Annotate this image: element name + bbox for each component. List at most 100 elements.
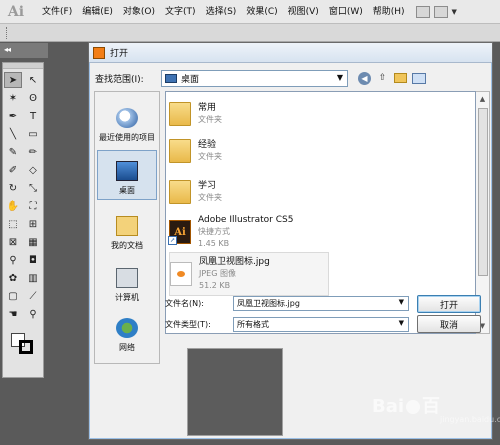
file-size: 51.2 KB <box>199 281 231 290</box>
collapse-panel-icon[interactable]: ◂◂ <box>4 45 11 54</box>
cancel-button[interactable]: 取消 <box>417 315 481 333</box>
baidu-paw-icon <box>406 400 421 414</box>
filetype-select[interactable]: 所有格式 ▼ <box>233 316 409 332</box>
menu-edit[interactable]: 编辑(E) <box>77 1 118 23</box>
place-recent[interactable]: 最近使用的项目 <box>97 96 157 146</box>
folder-icon <box>169 102 191 126</box>
chevron-down-icon[interactable]: ▼ <box>399 319 404 327</box>
direct-selection-tool-icon[interactable]: ↖ <box>24 72 42 88</box>
image-preview <box>187 348 283 436</box>
selection-tool-icon[interactable]: ➤ <box>4 72 22 88</box>
menu-effect[interactable]: 效果(C) <box>241 1 282 23</box>
eraser-tool-icon[interactable]: ◇ <box>24 162 42 178</box>
app-logo: Ai <box>7 3 25 20</box>
list-item[interactable]: 学习 文件夹 <box>169 172 329 212</box>
rectangle-tool-icon[interactable]: ▭ <box>24 126 42 142</box>
control-bar-grip[interactable] <box>6 27 8 39</box>
tools-panel: ➤ ↖ ✶ ʘ ✒ T ╲ ▭ ✎ ✏ ✐ ◇ ↻ ⤡ ✋ ⛶ ⬚ ⊞ ⊠ ▦ … <box>2 62 44 378</box>
scale-tool-icon[interactable]: ⤡ <box>24 180 42 196</box>
filename-label: 文件名(N): <box>165 298 204 308</box>
magic-wand-tool-icon[interactable]: ✶ <box>4 90 22 106</box>
type-tool-icon[interactable]: T <box>24 108 42 124</box>
free-transform-tool-icon[interactable]: ⛶ <box>24 198 42 214</box>
eyedropper-tool-icon[interactable]: ⚲ <box>4 252 22 268</box>
blob-brush-tool-icon[interactable]: ✐ <box>4 162 22 178</box>
zoom-tool-icon[interactable]: ⚲ <box>24 306 42 322</box>
pencil-tool-icon[interactable]: ✏ <box>24 144 42 160</box>
file-name: 常用 <box>198 103 217 113</box>
place-computer[interactable]: 计算机 <box>97 256 157 306</box>
menu-file[interactable]: 文件(F) <box>37 1 77 23</box>
list-item[interactable]: 经验 文件夹 <box>169 131 329 171</box>
place-desktop[interactable]: 桌面 <box>97 150 157 200</box>
desktop-icon <box>116 161 138 181</box>
place-documents[interactable]: 我的文档 <box>97 204 157 254</box>
gradient-tool-icon[interactable]: ▦ <box>24 234 42 250</box>
arrange-documents-icon[interactable] <box>433 5 448 18</box>
filename-field[interactable]: 凤凰卫视图标.jpg ▼ <box>233 295 409 311</box>
list-item[interactable]: Ai ↗ Adobe Illustrator CS5 快捷方式 1.45 KB <box>168 210 329 254</box>
file-type: 文件夹 <box>198 115 222 124</box>
bridge-icon[interactable] <box>415 5 430 18</box>
file-size: 1.45 KB <box>198 239 230 248</box>
place-network[interactable]: 网络 <box>97 306 157 356</box>
menu-select[interactable]: 选择(S) <box>201 1 242 23</box>
column-graph-tool-icon[interactable]: ▥ <box>24 270 42 286</box>
folder-icon <box>169 180 191 204</box>
file-type: JPEG 图像 <box>199 269 236 278</box>
recent-items-icon <box>116 108 138 128</box>
fill-stroke-swatches[interactable] <box>7 333 41 377</box>
place-label: 计算机 <box>115 293 139 302</box>
new-folder-icon[interactable] <box>394 73 407 83</box>
navigation-buttons: ◀ ⇧ <box>358 71 426 85</box>
menu-view[interactable]: 视图(V) <box>283 1 324 23</box>
look-in-dropdown[interactable]: 桌面 ▼ <box>161 69 348 87</box>
chevron-down-icon[interactable]: ▼ <box>399 298 404 306</box>
open-dialog: 打开 查找范围(I): 桌面 ▼ ◀ ⇧ 最近使用的项目 桌面 我的文档 计算机… <box>88 42 493 440</box>
tools-panel-header[interactable]: ◂◂ <box>0 43 48 58</box>
menu-object[interactable]: 对象(O) <box>118 1 160 23</box>
lasso-tool-icon[interactable]: ʘ <box>24 90 42 106</box>
hand-tool-icon[interactable]: ☚ <box>4 306 22 322</box>
symbol-sprayer-tool-icon[interactable]: ✿ <box>4 270 22 286</box>
perspective-grid-tool-icon[interactable]: ⊞ <box>24 216 42 232</box>
file-name: 凤凰卫视图标.jpg <box>199 257 270 267</box>
artboard-tool-icon[interactable]: ▢ <box>4 288 22 304</box>
view-menu-icon[interactable] <box>412 72 426 84</box>
watermark-text-2: 百 <box>422 396 441 417</box>
illustrator-app-icon <box>93 46 105 59</box>
list-item-selected[interactable]: 凤凰卫视图标.jpg JPEG 图像 51.2 KB <box>169 252 329 296</box>
menu-help[interactable]: 帮助(H) <box>368 1 410 23</box>
blend-tool-icon[interactable]: ◘ <box>24 252 42 268</box>
pen-tool-icon[interactable]: ✒ <box>4 108 22 124</box>
slice-tool-icon[interactable]: ⟋ <box>24 288 42 304</box>
filetype-label: 文件类型(T): <box>165 319 211 329</box>
line-tool-icon[interactable]: ╲ <box>4 126 22 142</box>
dialog-title-bar: 打开 <box>89 43 492 63</box>
list-item[interactable]: 常用 文件夹 <box>169 94 329 134</box>
menu-type[interactable]: 文字(T) <box>160 1 201 23</box>
scroll-thumb[interactable] <box>478 108 488 276</box>
watermark-url: jingyan.baidu.com <box>440 415 500 424</box>
filetype-value: 所有格式 <box>237 319 269 329</box>
arrange-dropdown-arrow-icon[interactable]: ▼ <box>452 8 457 16</box>
jpeg-image-icon <box>170 262 192 286</box>
back-icon[interactable]: ◀ <box>358 71 371 85</box>
filename-row: 文件名(N): 凤凰卫视图标.jpg ▼ <box>165 295 409 311</box>
scroll-up-icon[interactable]: ▲ <box>476 92 489 106</box>
network-icon <box>116 318 138 338</box>
menu-window[interactable]: 窗口(W) <box>324 1 368 23</box>
paintbrush-tool-icon[interactable]: ✎ <box>4 144 22 160</box>
open-button[interactable]: 打开 <box>417 295 481 313</box>
rotate-tool-icon[interactable]: ↻ <box>4 180 22 196</box>
desktop-small-icon <box>165 73 177 83</box>
file-type: 快捷方式 <box>198 227 230 236</box>
up-one-level-icon[interactable]: ⇧ <box>376 72 389 85</box>
stroke-swatch[interactable] <box>19 340 33 354</box>
file-name: Adobe Illustrator CS5 <box>198 215 294 225</box>
place-label: 桌面 <box>119 186 135 195</box>
filename-value: 凤凰卫视图标.jpg <box>237 298 300 308</box>
mesh-tool-icon[interactable]: ⊠ <box>4 234 22 250</box>
shape-builder-tool-icon[interactable]: ⬚ <box>4 216 22 232</box>
width-tool-icon[interactable]: ✋ <box>4 198 22 214</box>
